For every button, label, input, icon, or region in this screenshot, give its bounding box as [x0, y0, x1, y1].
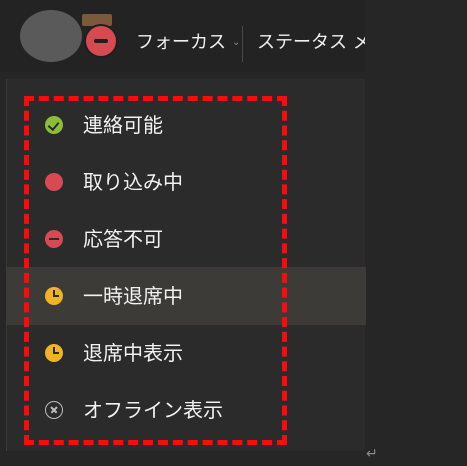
menu-item-label: オフライン表示 — [83, 398, 223, 422]
do-not-disturb-icon — [45, 230, 63, 248]
focus-button[interactable]: フォーカス ⌄ — [136, 30, 240, 56]
busy-dot-icon — [45, 173, 63, 191]
menu-item-label: 一時退席中 — [83, 284, 183, 308]
menu-item-label: 応答不可 — [83, 227, 163, 251]
menu-item-label: 取り込み中 — [83, 170, 183, 194]
header-divider — [242, 26, 243, 62]
menu-item-appear-away[interactable]: 退席中表示 — [7, 324, 366, 382]
available-check-icon — [45, 116, 63, 134]
menu-item-available[interactable]: 連絡可能 — [7, 96, 366, 154]
presence-menu: 連絡可能 取り込み中 応答不可 一時退席中 退席中表示 オフライン表示 — [6, 79, 366, 451]
away-clock-icon — [45, 344, 63, 362]
menu-item-do-not-disturb[interactable]: 応答不可 — [7, 210, 366, 268]
offline-x-icon — [45, 401, 63, 419]
dnd-icon — [84, 24, 118, 58]
top-bar: フォーカス ⌄ ステータス メ — [0, 0, 467, 72]
menu-item-label: 退席中表示 — [83, 341, 183, 365]
menu-item-be-right-back[interactable]: 一時退席中 — [7, 267, 366, 325]
avatar[interactable] — [20, 10, 82, 62]
menu-item-appear-offline[interactable]: オフライン表示 — [7, 381, 366, 439]
status-message-button[interactable]: ステータス メ — [257, 30, 365, 56]
return-icon: ↵ — [366, 446, 378, 462]
menu-item-busy[interactable]: 取り込み中 — [7, 153, 366, 211]
teams-presence-screen: フォーカス ⌄ ステータス メ 連絡可能 取り込み中 応答不可 一時退席中 退席… — [0, 0, 467, 466]
away-clock-icon — [45, 287, 63, 305]
chevron-down-icon: ⌄ — [232, 37, 241, 48]
menu-item-label: 連絡可能 — [83, 113, 163, 137]
dnd-icon-dot — [86, 26, 116, 56]
focus-label: フォーカス — [136, 32, 226, 53]
